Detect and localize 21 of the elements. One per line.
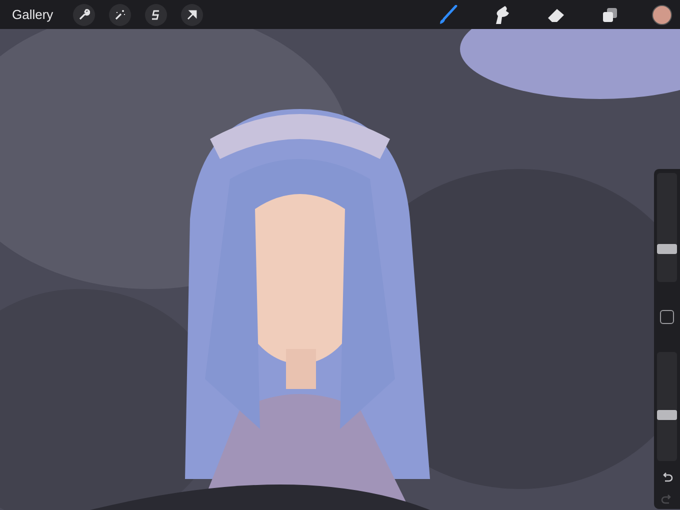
arrow-icon <box>186 8 198 20</box>
undo-icon <box>661 470 673 483</box>
redo-icon <box>661 492 673 505</box>
opacity-slider[interactable] <box>657 352 677 461</box>
layers-icon <box>602 6 618 22</box>
brush-icon <box>438 4 458 24</box>
transform-button[interactable] <box>181 4 204 26</box>
brush-size-slider[interactable] <box>657 173 677 282</box>
magic-wand-icon <box>114 8 126 20</box>
smudge-icon <box>493 4 511 24</box>
wrench-icon <box>78 8 90 20</box>
eraser-icon <box>547 6 565 22</box>
actions-button[interactable] <box>73 4 96 26</box>
adjustments-button[interactable] <box>109 4 132 26</box>
modify-button[interactable] <box>660 310 674 324</box>
slider-thumb[interactable] <box>657 410 677 420</box>
selection-button[interactable] <box>145 4 168 26</box>
gallery-button[interactable]: Gallery <box>12 7 54 22</box>
undo-button[interactable] <box>661 470 673 483</box>
color-swatch[interactable] <box>652 4 672 24</box>
slider-thumb[interactable] <box>657 244 677 254</box>
